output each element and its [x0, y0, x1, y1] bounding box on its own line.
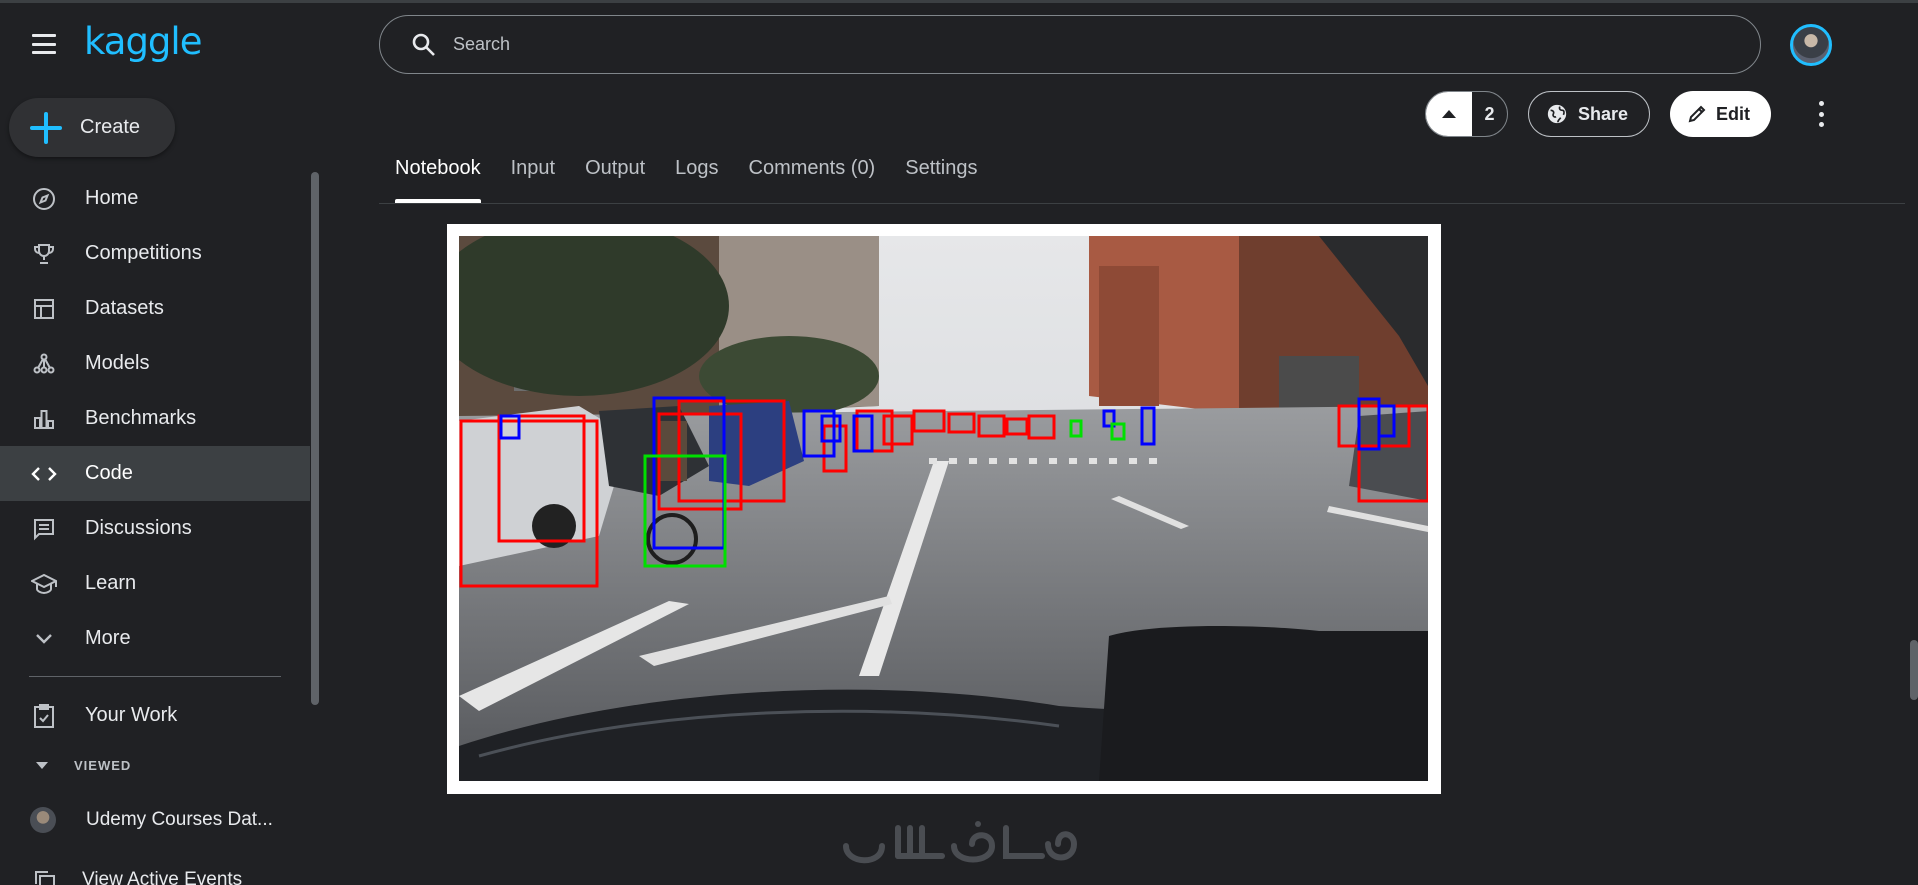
table-icon [29, 294, 59, 324]
compass-icon [29, 184, 59, 214]
page-scrollbar[interactable] [1910, 640, 1918, 700]
edit-label: Edit [1716, 103, 1750, 124]
search-input[interactable]: Search [453, 34, 510, 55]
search-icon [412, 33, 435, 56]
sidebar-item-label: Code [85, 462, 133, 484]
school-icon [29, 569, 59, 599]
kaggle-logo[interactable]: kaggle [84, 20, 202, 63]
dataset-avatar [30, 806, 56, 833]
viewed-header-label: VIEWED [74, 758, 132, 773]
viewed-section-toggle[interactable]: VIEWED [36, 758, 131, 773]
sidebar-item-label: Datasets [85, 297, 164, 319]
watermark-logo [843, 821, 1078, 864]
user-avatar[interactable] [1790, 24, 1832, 66]
create-label: Create [80, 116, 141, 138]
more-options-icon[interactable] [1816, 101, 1826, 127]
tab-settings[interactable]: Settings [905, 157, 977, 203]
tab-input[interactable]: Input [511, 157, 555, 203]
create-button[interactable]: Create [9, 98, 175, 157]
copy-icon [30, 866, 58, 885]
sidebar-item-datasets[interactable]: Datasets [0, 281, 310, 336]
trophy-icon [29, 239, 59, 269]
sidebar-item-label: Models [85, 352, 150, 374]
sidebar-item-label: Benchmarks [85, 407, 197, 429]
tab-output[interactable]: Output [585, 157, 645, 203]
sidebar-item-label: Learn [85, 572, 137, 594]
chevron-down-icon [29, 624, 59, 654]
models-icon [29, 349, 59, 379]
sidebar-item-discussions[interactable]: Discussions [0, 501, 310, 556]
caret-down-icon [36, 762, 48, 769]
upvote-button[interactable] [1426, 92, 1472, 136]
edit-button[interactable]: Edit [1670, 91, 1771, 137]
sidebar-item-competitions[interactable]: Competitions [0, 226, 310, 281]
plus-icon [30, 111, 62, 144]
globe-icon [1547, 104, 1567, 124]
bar-chart-icon [29, 404, 59, 434]
sidebar-item-label: More [85, 627, 131, 649]
search-bar[interactable]: Search [379, 15, 1761, 74]
arrow-up-icon [1442, 110, 1456, 118]
sidebar-item-active-events[interactable]: View Active Events [0, 860, 310, 885]
comment-icon [29, 514, 59, 544]
tab-notebook[interactable]: Notebook [395, 157, 481, 203]
sidebar-scrollbar[interactable] [311, 172, 319, 705]
tabs-divider [379, 203, 1905, 204]
sidebar-item-your-work[interactable]: Your Work [0, 688, 310, 743]
recent-item[interactable]: Udemy Courses Dat... [0, 792, 310, 847]
share-button[interactable]: Share [1528, 91, 1650, 137]
sidebar-item-benchmarks[interactable]: Benchmarks [0, 391, 310, 446]
vote-count: 2 [1484, 103, 1495, 124]
pencil-icon [1688, 105, 1706, 123]
your-work-label: Your Work [85, 704, 178, 726]
sidebar-item-code[interactable]: Code [0, 446, 310, 501]
sidebar-item-home[interactable]: Home [0, 171, 310, 226]
tab-comments[interactable]: Comments (0) [749, 157, 876, 203]
sidebar-nav: Home Competitions Datasets Models Benchm… [0, 171, 310, 666]
active-events-label: View Active Events [82, 869, 243, 885]
recent-item-label: Udemy Courses Dat... [86, 808, 273, 830]
notebook-output-frame [447, 224, 1441, 794]
menu-icon[interactable] [32, 34, 56, 54]
vote-widget: 2 [1425, 91, 1508, 137]
code-icon [29, 459, 59, 489]
sidebar-divider [29, 676, 281, 677]
sidebar-item-label: Discussions [85, 517, 192, 539]
sidebar-item-label: Home [85, 187, 139, 209]
object-detection-output-image [459, 236, 1428, 781]
notebook-tabs: Notebook Input Output Logs Comments (0) … [395, 157, 1008, 203]
sidebar-item-label: Competitions [85, 242, 202, 264]
share-label: Share [1578, 103, 1629, 124]
sidebar-item-learn[interactable]: Learn [0, 556, 310, 611]
tab-logs[interactable]: Logs [675, 157, 718, 203]
sidebar-item-more[interactable]: More [0, 611, 310, 666]
sidebar-item-models[interactable]: Models [0, 336, 310, 391]
clipboard-check-icon [29, 701, 59, 731]
top-strip [0, 0, 1918, 3]
